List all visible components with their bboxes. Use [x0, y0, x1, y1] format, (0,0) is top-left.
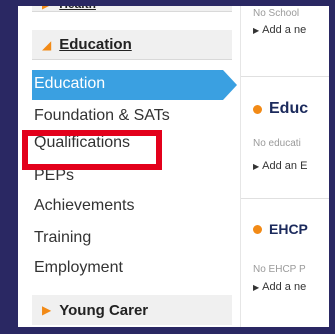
education-heading: Educ — [253, 100, 308, 118]
main-content: No School ▶ Add a ne Educ No educati ▶ Add… — [240, 6, 329, 327]
ehcp-heading: EHCP — [253, 221, 308, 237]
collapse-arrow-icon: ▶ — [42, 0, 52, 11]
section-education-label: Education — [59, 36, 132, 53]
sidebar: ▶ Health ◢ Education Education Foundatio… — [18, 6, 237, 327]
sidebar-item-achievements[interactable]: Achievements — [34, 196, 135, 216]
education-status-text: No educati — [253, 138, 301, 149]
add-school-label: Add a ne — [262, 24, 307, 36]
sidebar-item-education[interactable]: Education — [32, 70, 223, 100]
section-education[interactable]: ◢ Education — [32, 30, 232, 60]
link-arrow-icon: ▶ — [253, 26, 260, 35]
section-young-carer[interactable]: ▶ Young Carer — [32, 295, 232, 325]
ehcp-status-text: No EHCP P — [253, 264, 306, 275]
school-status-text: No School — [253, 8, 300, 19]
active-pointer-icon — [223, 70, 237, 100]
expanded-arrow-icon: ◢ — [42, 37, 52, 52]
section-divider — [241, 76, 329, 77]
section-young-carer-label: Young Carer — [59, 301, 149, 319]
ehcp-heading-text: EHCP — [269, 221, 308, 237]
education-heading-text: Educ — [269, 100, 309, 117]
add-school-link[interactable]: ▶ Add a ne — [253, 24, 306, 36]
section-divider — [241, 198, 329, 199]
sidebar-item-employment[interactable]: Employment — [34, 258, 123, 278]
link-arrow-icon: ▶ — [253, 283, 260, 292]
sidebar-item-foundation-sats[interactable]: Foundation & SATs — [34, 106, 170, 126]
section-health[interactable]: ▶ Health — [32, 0, 232, 12]
add-education-label: Add an E — [262, 160, 308, 172]
sidebar-item-training[interactable]: Training — [34, 228, 91, 248]
section-health-label: Health — [59, 0, 96, 11]
add-education-link[interactable]: ▶ Add an E — [253, 160, 307, 172]
bullet-dot-icon — [253, 104, 262, 114]
add-ehcp-link[interactable]: ▶ Add a ne — [253, 281, 306, 293]
collapse-arrow-icon: ▶ — [42, 303, 52, 317]
sidebar-item-label: Education — [34, 75, 106, 92]
link-arrow-icon: ▶ — [253, 162, 260, 171]
highlight-annotation-box — [22, 130, 162, 170]
add-ehcp-label: Add a ne — [262, 281, 307, 293]
window-frame: ▶ Health ◢ Education Education Foundatio… — [0, 0, 335, 334]
bullet-dot-icon — [253, 224, 262, 234]
